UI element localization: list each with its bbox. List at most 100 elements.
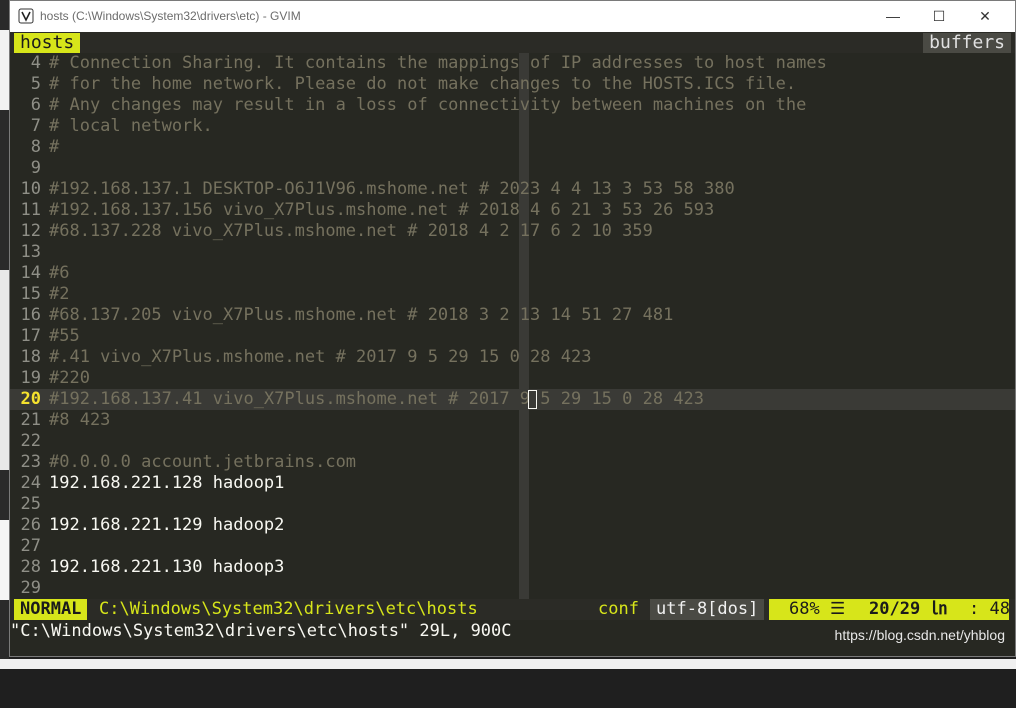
line-text: #192.168.137.1 DESKTOP-O6J1V96.mshome.ne… xyxy=(49,179,735,199)
line-number: 24 xyxy=(20,473,41,493)
line-number: 26 xyxy=(20,515,41,535)
line-number: 18 xyxy=(20,347,41,367)
line-text: #6 xyxy=(49,263,70,283)
line-number: 22 xyxy=(20,431,41,451)
text-line[interactable]: 25 xyxy=(10,494,1015,515)
line-number: 13 xyxy=(20,242,41,262)
line-text: #68.137.228 vivo_X7Plus.mshome.net # 201… xyxy=(49,221,653,241)
line-text: #8 423 xyxy=(49,410,111,430)
line-number: 5 xyxy=(30,74,41,94)
text-line[interactable]: 10 #192.168.137.1 DESKTOP-O6J1V96.mshome.… xyxy=(10,179,1015,200)
text-line[interactable]: 19 #220 xyxy=(10,368,1015,389)
line-text: 192.168.221.129 hadoop2 xyxy=(49,515,285,535)
line-text: #68.137.205 vivo_X7Plus.mshome.net # 201… xyxy=(49,305,674,325)
close-button[interactable]: ✕ xyxy=(962,1,1008,32)
line-text: #0.0.0.0 account.jetbrains.com xyxy=(49,452,357,472)
text-line[interactable]: 4 # Connection Sharing. It contains the m… xyxy=(10,53,1015,74)
title-bar[interactable]: hosts (C:\Windows\System32\drivers\etc) … xyxy=(10,1,1015,32)
text-line[interactable]: 7 # local network. xyxy=(10,116,1015,137)
gvim-app-icon xyxy=(18,8,34,24)
desktop-background-left xyxy=(0,0,9,669)
line-text: # xyxy=(49,137,60,157)
text-line[interactable]: 13 xyxy=(10,242,1015,263)
position-indicator: 68% ☰ 20/29 ㏑ : 48 xyxy=(769,599,1010,620)
line-text: 192.168.221.130 hadoop3 xyxy=(49,557,285,577)
text-line[interactable]: 22 xyxy=(10,431,1015,452)
background-window-fragment xyxy=(0,30,9,110)
command-message: "C:\Windows\System32\drivers\etc\hosts" … xyxy=(10,621,512,641)
minimize-button[interactable]: — xyxy=(870,1,916,32)
command-line[interactable]: "C:\Windows\System32\drivers\etc\hosts" … xyxy=(10,620,1015,656)
line-number: 7 xyxy=(30,116,41,136)
line-number: 29 xyxy=(20,578,41,598)
desktop-background-bottom xyxy=(0,659,1016,669)
mode-indicator: NORMAL xyxy=(14,599,88,620)
line-text: #192.168.137.156 vivo_X7Plus.mshome.net … xyxy=(49,200,715,220)
line-number: 16 xyxy=(20,305,41,325)
line-number: 25 xyxy=(20,494,41,514)
text-line[interactable]: 18 #.41 vivo_X7Plus.mshome.net # 2017 9 5… xyxy=(10,347,1015,368)
text-line[interactable]: 16 #68.137.205 vivo_X7Plus.mshome.net # 2… xyxy=(10,305,1015,326)
line-number: 17 xyxy=(20,326,41,346)
line-text: #220 xyxy=(49,368,90,388)
text-line[interactable]: 5 # for the home network. Please do not m… xyxy=(10,74,1015,95)
window-title: hosts (C:\Windows\System32\drivers\etc) … xyxy=(40,9,301,23)
status-line: NORMAL C:\Windows\System32\drivers\etc\h… xyxy=(10,599,1015,620)
line-number: 6 xyxy=(30,95,41,115)
line-number: 14 xyxy=(20,263,41,283)
text-line[interactable]: 12 #68.137.228 vivo_X7Plus.mshome.net # 2… xyxy=(10,221,1015,242)
line-number: 12 xyxy=(20,221,41,241)
line-text: #2 xyxy=(49,284,70,304)
current-line[interactable]: 20 #192.168.137.41 vivo_X7Plus.mshome.net… xyxy=(10,389,1015,410)
line-text: # Any changes may result in a loss of co… xyxy=(49,95,807,115)
line-number: 28 xyxy=(20,557,41,577)
buffers-label[interactable]: buffers xyxy=(923,33,1011,53)
background-window-fragment xyxy=(0,520,9,600)
text-line[interactable]: 27 xyxy=(10,536,1015,557)
text-line[interactable]: 14 #6 xyxy=(10,263,1015,284)
text-line[interactable]: 11 #192.168.137.156 vivo_X7Plus.mshome.ne… xyxy=(10,200,1015,221)
watermark: https://blog.csdn.net/yhblog xyxy=(834,627,1005,643)
text-line[interactable]: 6 # Any changes may result in a loss of c… xyxy=(10,95,1015,116)
column-info: : 48 xyxy=(969,599,1010,619)
line-text: #55 xyxy=(49,326,80,346)
line-text: # for the home network. Please do not ma… xyxy=(49,74,797,94)
text-area[interactable]: 4 # Connection Sharing. It contains the m… xyxy=(10,53,1015,599)
file-path: C:\Windows\System32\drivers\etc\hosts xyxy=(99,599,478,619)
line-info: 20/29 ㏑ xyxy=(869,599,948,619)
line-number: 23 xyxy=(20,452,41,472)
line-number: 19 xyxy=(20,368,41,388)
line-text: # Connection Sharing. It contains the ma… xyxy=(49,53,827,73)
tab-hosts[interactable]: hosts xyxy=(14,33,81,53)
text-line[interactable]: 29 xyxy=(10,578,1015,599)
text-line[interactable]: 9 xyxy=(10,158,1015,179)
text-line[interactable]: 15 #2 xyxy=(10,284,1015,305)
line-text: #192.168.137.41 vivo_X7Plus.mshome.net #… xyxy=(49,389,705,409)
text-line[interactable]: 8 # xyxy=(10,137,1015,158)
line-text: # local network. xyxy=(49,116,213,136)
tabline: hosts buffers xyxy=(10,32,1015,53)
text-line[interactable]: 17 #55 xyxy=(10,326,1015,347)
line-number: 11 xyxy=(20,200,41,220)
line-number: 9 xyxy=(30,158,41,178)
background-window-fragment xyxy=(0,270,9,470)
line-number: 10 xyxy=(20,179,41,199)
scroll-percent: 68% ☰ xyxy=(789,599,846,619)
text-line[interactable]: 23 #0.0.0.0 account.jetbrains.com xyxy=(10,452,1015,473)
line-number: 21 xyxy=(20,410,41,430)
line-number: 4 xyxy=(30,53,41,73)
text-line[interactable]: 28 192.168.221.130 hadoop3 xyxy=(10,557,1015,578)
line-text: 192.168.221.128 hadoop1 xyxy=(49,473,285,493)
line-text: #.41 vivo_X7Plus.mshome.net # 2017 9 5 2… xyxy=(49,347,592,367)
line-number: 8 xyxy=(30,137,41,157)
text-cursor xyxy=(528,390,538,409)
text-line[interactable]: 24 192.168.221.128 hadoop1 xyxy=(10,473,1015,494)
line-number: 15 xyxy=(20,284,41,304)
text-line[interactable]: 26 192.168.221.129 hadoop2 xyxy=(10,515,1015,536)
filetype-indicator: conf xyxy=(598,599,639,619)
maximize-button[interactable]: ☐ xyxy=(916,1,962,32)
encoding-indicator: utf-8[dos] xyxy=(650,599,765,620)
line-number: 27 xyxy=(20,536,41,556)
text-line[interactable]: 21 #8 423 xyxy=(10,410,1015,431)
gvim-window: hosts (C:\Windows\System32\drivers\etc) … xyxy=(9,0,1016,657)
